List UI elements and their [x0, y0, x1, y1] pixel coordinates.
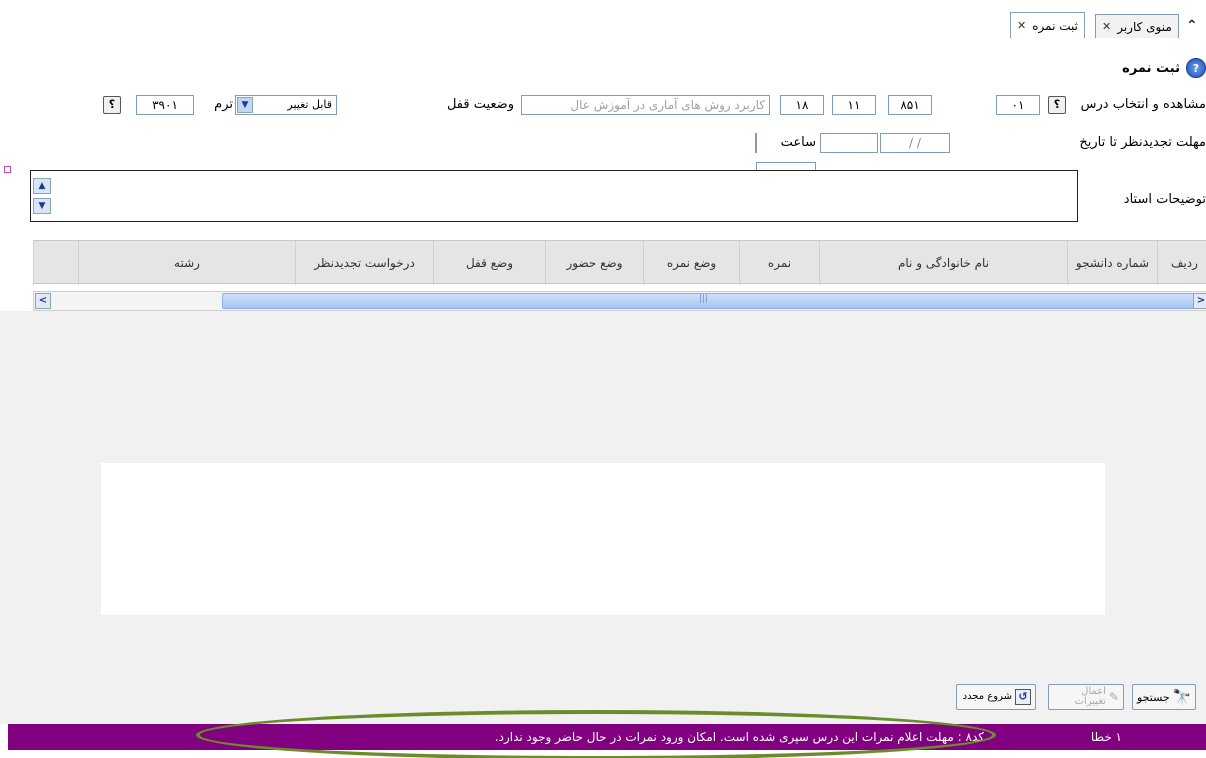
deadline-date-field[interactable]: / /: [880, 133, 950, 153]
deadline-label: مهلت تجدیدنظر تا تاریخ: [1079, 135, 1206, 150]
resize-handle[interactable]: [4, 166, 11, 173]
restart-label: شروع مجدد: [962, 691, 1012, 702]
error-count[interactable]: ۱ خطا: [1091, 730, 1122, 744]
col-attendance[interactable]: وضع حضور: [545, 241, 643, 285]
col-grade-status[interactable]: وضع نمره: [643, 241, 739, 285]
notes-label: توضیحات استاد: [1123, 192, 1206, 207]
tab-label: منوی کاربر: [1117, 19, 1172, 34]
col-appeal-request[interactable]: درخواست تجدیدنظر: [295, 241, 433, 285]
grid-empty-area: [101, 463, 1105, 615]
lock-status-value: قابل تغییر: [287, 98, 332, 111]
term-field[interactable]: ۳۹۰۱: [136, 95, 194, 115]
term-lookup-button[interactable]: ؟: [103, 96, 121, 114]
search-button-label: جستجو: [1137, 690, 1170, 704]
scroll-right-icon[interactable]: >: [1193, 293, 1206, 309]
horizontal-scrollbar[interactable]: < ||| >: [33, 291, 1206, 311]
col-lock-status[interactable]: وضع قفل: [433, 241, 545, 285]
apply-changes-button[interactable]: ✎ اعمال تغییرات: [1048, 684, 1124, 710]
col-row-number[interactable]: ردیف: [1157, 241, 1206, 285]
lock-status-select[interactable]: قابل تغییر ▼: [235, 95, 337, 115]
deadline-date-year-field[interactable]: [820, 133, 878, 153]
tab-user-menu[interactable]: منوی کاربر ✕: [1095, 14, 1179, 38]
page-title: ثبت نمره: [1122, 60, 1180, 76]
col-full-name[interactable]: نام خانوادگی و نام: [819, 241, 1067, 285]
col-major[interactable]: رشته: [78, 241, 295, 285]
binoculars-icon: 🔭: [1172, 688, 1192, 706]
chevron-down-icon[interactable]: ▼: [237, 97, 253, 113]
notes-textarea[interactable]: [30, 170, 1078, 222]
term-label: ترم: [214, 97, 233, 112]
scroll-grip: |||: [699, 294, 709, 304]
scroll-left-icon[interactable]: <: [35, 293, 51, 309]
tab-grade-entry[interactable]: ثبت نمره ✕: [1010, 12, 1085, 38]
close-icon[interactable]: ✕: [1102, 20, 1111, 33]
unused: [755, 133, 757, 153]
course-lookup-button[interactable]: ؟: [1048, 96, 1066, 114]
col-empty: [33, 241, 78, 285]
collapse-chevron-icon[interactable]: ⌃: [1186, 18, 1198, 34]
course-field-unit[interactable]: ۱۸: [780, 95, 824, 115]
lock-status-label: وضعیت قفل: [446, 97, 514, 112]
tab-label: ثبت نمره: [1032, 18, 1078, 33]
highlight-ellipse: [196, 710, 996, 758]
scroll-down-icon[interactable]: ▼: [33, 198, 51, 214]
scroll-thumb[interactable]: |||: [222, 293, 1206, 309]
edit-icon: ✎: [1108, 690, 1119, 704]
col-student-id[interactable]: شماره دانشجو: [1067, 241, 1157, 285]
course-select-label: مشاهده و انتخاب درس: [1080, 97, 1206, 112]
close-icon[interactable]: ✕: [1017, 19, 1026, 32]
apply-changes-label: اعمال تغییرات: [1074, 686, 1106, 707]
course-field-code[interactable]: ۸۵۱: [888, 95, 932, 115]
restart-icon: ↺: [1015, 689, 1031, 705]
help-icon[interactable]: ?: [1186, 58, 1206, 78]
search-button[interactable]: 🔭 جستجو: [1132, 684, 1197, 710]
course-field-group[interactable]: ۰۱: [996, 95, 1040, 115]
col-grade[interactable]: نمره: [739, 241, 819, 285]
course-name-field[interactable]: کاربرد روش های آماری در آموزش عال: [521, 95, 770, 115]
time-label: ساعت: [780, 135, 816, 150]
grid-header: ردیف شماره دانشجو نام خانوادگی و نام نمر…: [33, 240, 1206, 285]
restart-button[interactable]: ↺ شروع مجدد: [956, 684, 1036, 710]
scroll-up-icon[interactable]: ▲: [33, 178, 51, 194]
page-title-bar: ? ثبت نمره: [1116, 56, 1206, 80]
course-field-section[interactable]: ۱۱: [832, 95, 876, 115]
